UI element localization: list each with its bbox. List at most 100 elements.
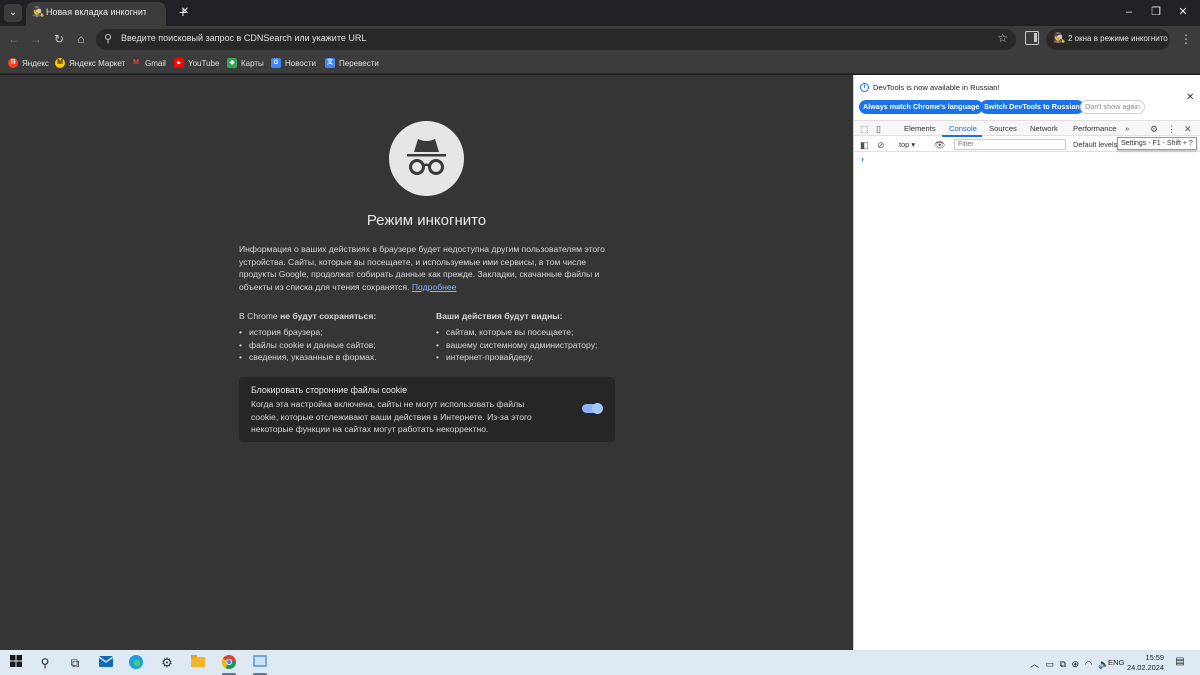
translate-icon: 文 [325, 58, 335, 68]
incognito-icon: 🕵 [32, 7, 45, 18]
incognito-windows-label: 2 окна в режиме инкогнито [1068, 34, 1168, 43]
settings-tooltip: Settings - F1 - Shift + ? [1117, 137, 1197, 150]
live-expression-eye-icon[interactable]: 👁 [934, 140, 945, 150]
clear-console-icon[interactable]: ⊘ [877, 140, 885, 150]
windows-start-icon[interactable] [8, 655, 24, 671]
incognito-intro: Информация о ваших действиях в браузере … [239, 244, 605, 292]
bookmark-maps[interactable]: ◆ Карты [227, 57, 264, 69]
settings-gear-icon[interactable]: ⚙ [159, 655, 175, 671]
sidebar-toggle-icon[interactable]: ◧ [860, 140, 869, 150]
mail-icon[interactable] [98, 655, 114, 671]
youtube-icon: ▶ [174, 58, 184, 68]
tab-console[interactable]: Console [949, 124, 977, 133]
devtools-language-banner: i DevTools is now available in Russian! [860, 83, 1000, 92]
console-prompt[interactable]: › [861, 154, 864, 164]
incognito-page: Режим инкогнито Информация о ваших дейст… [0, 75, 853, 650]
bookmark-star-icon[interactable]: ☆ [997, 31, 1008, 45]
devtools-panel: i DevTools is now available in Russian! … [853, 75, 1200, 650]
search-icon: ⚲ [104, 33, 113, 45]
inspect-element-icon[interactable]: ⬚ [860, 124, 869, 134]
bookmark-gmail[interactable]: M Gmail [131, 57, 166, 69]
tab-title: Новая вкладка инкогнито [46, 7, 146, 17]
settings-gear-icon[interactable]: ⚙ [1150, 124, 1158, 134]
gmail-icon: M [133, 59, 139, 66]
chrome-icon[interactable] [221, 655, 237, 671]
system-tray: ︿ ▭ ⧉ ⊕ ◠ 🔈 [1030, 657, 1109, 670]
reload-button[interactable]: ↻ [51, 31, 67, 47]
list-item: сайтам, которые вы посещаете; [436, 326, 626, 339]
context-selector[interactable]: top ▾ [899, 140, 915, 149]
switch-to-russian-button[interactable]: Switch DevTools to Russian [980, 100, 1084, 114]
devtools-menu-icon[interactable]: ⋮ [1167, 124, 1176, 134]
new-tab-button[interactable]: + [175, 4, 191, 20]
title-bar: ⌄ 🕵 Новая вкладка инкогнито ✕ + – ❐ ✕ [0, 0, 1200, 26]
address-placeholder: Введите поисковый запрос в CDNSearch или… [121, 33, 367, 43]
bookmark-youtube[interactable]: ▶ YouTube [174, 57, 219, 69]
page-title: Режим инкогнито [366, 212, 487, 229]
close-banner-icon[interactable]: ✕ [1186, 92, 1194, 103]
device-toolbar-icon[interactable]: ▯ [876, 124, 881, 134]
battery-icon[interactable]: ▭ [1046, 659, 1055, 669]
bookmarks-bar: Я Яндекс M Яндекс Маркет M Gmail ▶ YouTu… [0, 52, 1200, 74]
toggle-knob [592, 403, 603, 414]
incognito-icon: 🕵 [1053, 33, 1066, 44]
taskbar: ⚲ ⧉ ⚙ ︿ ▭ ⧉ ⊕ ◠ 🔈 ENG 15:59 24.02.2024 ▤ [0, 650, 1200, 675]
edge-icon[interactable] [128, 655, 144, 671]
network-status-icon[interactable]: ⊕ [1072, 659, 1080, 669]
tab-incognito[interactable]: 🕵 Новая вкладка инкогнито ✕ [26, 2, 189, 26]
always-match-language-button[interactable]: Always match Chrome's language [859, 100, 984, 114]
minimize-button[interactable]: – [1119, 4, 1139, 20]
back-button[interactable]: ← [6, 31, 22, 47]
console-toolbar: ◧ ⊘ top ▾ 👁 Default levels Settings - F1… [854, 137, 1200, 152]
dont-show-again-button[interactable]: Don't show again [1080, 100, 1145, 114]
incognito-logo-icon [389, 121, 464, 196]
learn-more-link[interactable]: Подробнее [412, 282, 457, 292]
tab-sources[interactable]: Sources [989, 124, 1017, 133]
search-icon[interactable]: ⚲ [37, 655, 53, 671]
app-icon[interactable] [252, 655, 268, 671]
address-bar[interactable]: ⚲ Введите поисковый запрос в CDNSearch и… [96, 29, 1016, 50]
file-explorer-icon[interactable] [190, 655, 206, 671]
list-item: файлы cookie и данные сайтов; [239, 339, 429, 352]
show-hidden-icons-icon[interactable]: ︿ [1030, 659, 1039, 669]
list-item: сведения, указанные в формах. [239, 351, 429, 364]
clock-time[interactable]: 15:59 [1124, 653, 1165, 662]
bookmark-yandex[interactable]: Я Яндекс [8, 57, 49, 69]
list-item: вашему системному администратору; [436, 339, 626, 352]
wifi-icon[interactable]: ◠ [1085, 659, 1093, 669]
not-saved-list: В Chrome не будут сохраняться: история б… [239, 310, 429, 364]
notifications-icon[interactable]: ▤ [1174, 656, 1186, 668]
maximize-button[interactable]: ❐ [1146, 4, 1166, 20]
block-cookies-toggle[interactable] [582, 403, 603, 414]
toolbar: ← → ↻ ⌂ ⚲ Введите поисковый запрос в CDN… [0, 26, 1200, 52]
close-devtools-icon[interactable]: ✕ [1184, 124, 1192, 134]
network-icon[interactable]: ⧉ [1060, 659, 1066, 669]
home-button[interactable]: ⌂ [73, 31, 89, 47]
clock-date[interactable]: 24.02.2024 [1124, 663, 1164, 672]
tab-search-button[interactable]: ⌄ [4, 4, 22, 22]
tab-elements[interactable]: Elements [904, 124, 936, 133]
bookmark-yandex-market[interactable]: M Яндекс Маркет [55, 57, 125, 69]
list-item: интернет-провайдеру. [436, 351, 626, 364]
maps-icon: ◆ [227, 58, 237, 68]
info-icon: i [860, 83, 869, 92]
forward-button[interactable]: → [28, 31, 44, 47]
language-indicator[interactable]: ENG [1108, 658, 1124, 667]
bookmark-news[interactable]: G Новости [271, 57, 316, 69]
tab-network[interactable]: Network [1030, 124, 1058, 133]
close-window-button[interactable]: ✕ [1173, 4, 1193, 20]
more-tabs-icon[interactable]: » [1125, 124, 1129, 133]
yandex-market-icon: M [55, 58, 65, 68]
console-filter-input[interactable] [954, 139, 1066, 150]
devtools-tab-bar: ⬚ ▯ Elements Console Sources Network Per… [854, 120, 1200, 137]
task-view-icon[interactable]: ⧉ [67, 655, 83, 671]
visible-to-heading: Ваши действия будут видны: [436, 311, 563, 321]
log-levels-dropdown[interactable]: Default levels [1073, 140, 1117, 149]
chrome-menu-button[interactable]: ⋮ [1180, 31, 1192, 47]
side-panel-button[interactable] [1025, 31, 1039, 45]
incognito-windows-button[interactable]: 🕵 2 окна в режиме инкогнито [1046, 29, 1170, 50]
cookie-card-description: Когда эта настройка включена, сайты не м… [251, 399, 532, 435]
bookmark-translate[interactable]: 文 Перевести [325, 57, 379, 69]
yandex-icon: Я [8, 58, 18, 68]
tab-performance[interactable]: Performance [1073, 124, 1116, 133]
